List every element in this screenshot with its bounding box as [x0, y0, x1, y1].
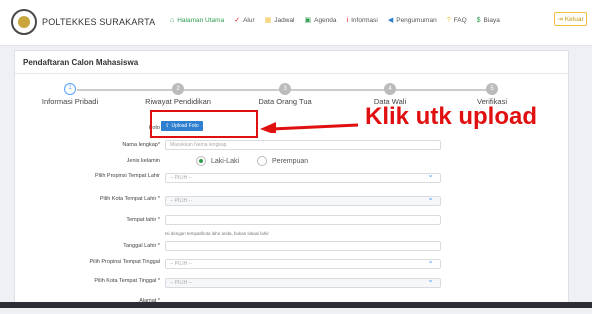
nav-item-pengumuman[interactable]: ◀ Pengumuman: [387, 16, 437, 25]
calendar-icon: ▦: [264, 17, 272, 24]
arrow-left-icon: [260, 122, 359, 133]
kota-tinggal-select[interactable]: -- PILIH --: [165, 276, 441, 288]
divider: [15, 73, 568, 74]
prov-lahir-label: Pilih Propinsi Tempat Lahir: [94, 173, 160, 179]
tgl-lahir-row: Tanggal Lahir *: [15, 241, 570, 259]
foto-label: Foto: [148, 125, 160, 131]
kota-lahir-label: Pilih Kota Tempat Lahir *: [99, 196, 160, 202]
top-navbar: POLTEKKES SURAKARTA ⌂ Halaman Utama ✓ Alur…: [0, 0, 592, 46]
info-icon: i: [346, 16, 349, 24]
check-icon: ✓: [234, 17, 241, 24]
logout-button[interactable]: ⇥ Keluar: [554, 12, 587, 26]
nav-item-jadwal[interactable]: ▦ Jadwal: [264, 16, 295, 25]
prov-tinggal-select[interactable]: -- PILIH --: [165, 257, 441, 269]
upload-callout-text: Klik utk upload: [365, 103, 538, 130]
radio-unchecked-icon: [257, 156, 268, 166]
prov-lahir-select[interactable]: -- PILIH --: [165, 171, 441, 183]
nama-label: Nama lengkap*: [122, 142, 160, 148]
gender-radio-group: Laki-Laki Perempuan: [196, 156, 308, 166]
upload-highlight-box: [150, 110, 258, 138]
kota-tinggal-label: Pilih Kota Tempat Tinggal *: [94, 278, 160, 284]
megaphone-icon: ◀: [387, 17, 394, 24]
nav-item-informasi[interactable]: i Informasi: [347, 16, 378, 24]
main-nav: ⌂ Halaman Utama ✓ Alur ▦ Jadwal ▣ Agenda i In…: [170, 16, 500, 25]
nav-item-home[interactable]: ⌂ Halaman Utama: [170, 16, 224, 24]
jenis-kelamin-label: Jenis kelamin: [126, 158, 160, 164]
nav-item-faq[interactable]: ? FAQ: [447, 16, 467, 24]
nav-item-agenda[interactable]: ▣ Agenda: [304, 16, 337, 25]
nav-item-alur[interactable]: ✓ Alur: [234, 16, 254, 25]
prov-tinggal-row: Pilih Propinsi Tempat Tinggal -- PILIH -…: [15, 257, 570, 277]
agenda-icon: ▣: [304, 17, 312, 24]
logo-icon: [11, 9, 37, 35]
nama-input[interactable]: Masukkan Nama lengkap: [165, 140, 441, 150]
kota-lahir-select[interactable]: -- PILIH --: [165, 194, 441, 206]
step-1[interactable]: 1 Informasi Pribadi: [15, 83, 125, 106]
registration-card: Pendaftaran Calon Mahasiswa 1 Informasi P…: [14, 50, 569, 308]
step-3[interactable]: 3 Data Orang Tua: [230, 83, 340, 106]
bottom-strip: [0, 302, 592, 308]
tempat-lahir-label: Tempat lahir *: [126, 217, 160, 223]
nav-item-biaya[interactable]: $ Biaya: [477, 16, 500, 24]
tgl-lahir-input[interactable]: [165, 241, 441, 251]
page-title: Pendaftaran Calon Mahasiswa: [23, 58, 139, 67]
radio-laki-laki[interactable]: Laki-Laki: [196, 156, 239, 166]
prov-tinggal-label: Pilih Propinsi Tempat Tinggal: [89, 259, 160, 265]
radio-perempuan[interactable]: Perempuan: [257, 156, 308, 166]
logout-icon: ⇥: [557, 16, 563, 23]
kota-tinggal-row: Pilih Kota Tempat Tinggal * -- PILIH --: [15, 276, 570, 296]
tempat-lahir-hint: Isi dengan tempat/kota lahir anda, bukan…: [165, 231, 269, 236]
brand-name: POLTEKKES SURAKARTA: [42, 17, 156, 27]
step-2[interactable]: 2 Riwayat Pendidikan: [123, 83, 233, 106]
tgl-lahir-label: Tanggal Lahir *: [123, 243, 160, 249]
tempat-lahir-input[interactable]: [165, 215, 441, 225]
kota-lahir-row: Pilih Kota Tempat Lahir * -- PILIH --: [15, 194, 570, 214]
radio-checked-icon: [196, 156, 206, 166]
dollar-icon: $: [476, 16, 481, 24]
tempat-lahir-row: Tempat lahir *: [15, 215, 570, 233]
question-icon: ?: [446, 16, 451, 24]
home-icon: ⌂: [170, 16, 175, 24]
prov-lahir-row: Pilih Propinsi Tempat Lahir -- PILIH --: [15, 171, 570, 191]
